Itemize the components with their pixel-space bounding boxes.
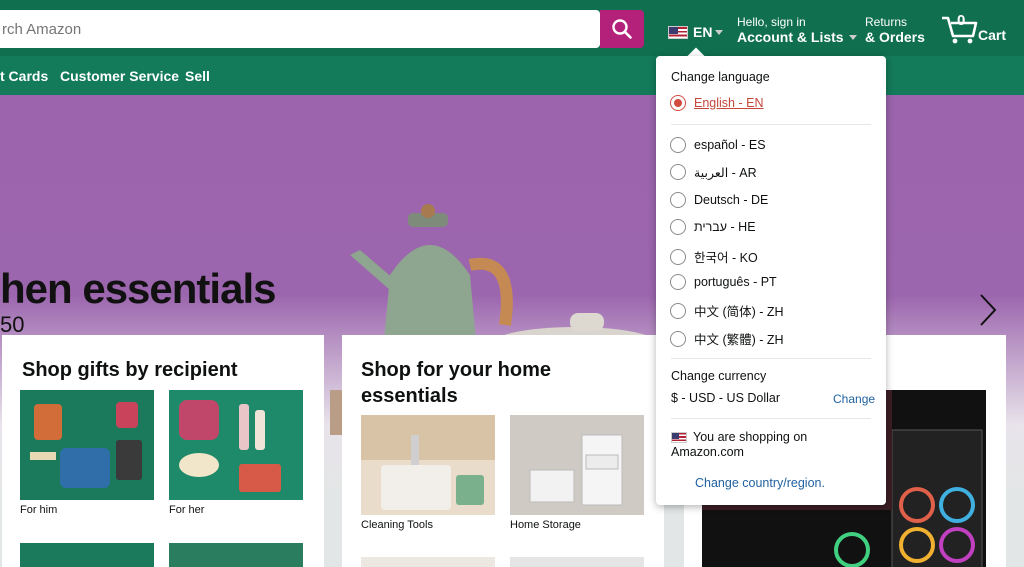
radio-icon[interactable] <box>670 302 686 319</box>
search-button[interactable] <box>600 10 644 48</box>
radio-icon[interactable] <box>670 248 686 265</box>
change-country-link[interactable]: Change country/region. <box>695 476 825 490</box>
caret-down-icon <box>715 29 724 35</box>
radio-icon[interactable] <box>670 274 686 290</box>
tile-for-her[interactable]: For her <box>169 390 303 516</box>
carousel-next-icon[interactable] <box>975 293 999 327</box>
tile-label: Home Storage <box>510 519 581 531</box>
hero-title: hen essentials <box>0 265 276 312</box>
language-option-zh-hant[interactable]: 中文 (繁體) - ZH <box>670 329 784 348</box>
language-code: EN <box>693 24 713 40</box>
radio-icon[interactable] <box>670 219 686 235</box>
nav-item-sell[interactable]: Sell <box>185 68 210 84</box>
tile-home-storage[interactable]: Home Storage <box>510 415 644 531</box>
product-tile-image[interactable] <box>510 557 644 567</box>
us-flag-icon <box>671 432 687 444</box>
cart-count: 0 <box>957 12 966 29</box>
language-option-en[interactable]: English - EN <box>670 95 763 111</box>
language-label: 中文 (繁體) - ZH <box>694 333 784 347</box>
tile-cleaning-tools[interactable]: Cleaning Tools <box>361 415 495 531</box>
product-tile-image[interactable] <box>169 543 303 567</box>
language-label: العربية - AR <box>694 165 757 180</box>
divider <box>671 418 871 419</box>
divider <box>671 358 871 359</box>
returns-line1: Returns <box>865 15 908 29</box>
language-option-zh-hans[interactable]: 中文 (简体) - ZH <box>670 301 784 320</box>
account-greeting: Hello, sign in <box>737 15 806 29</box>
cart-label: Cart <box>978 27 1007 43</box>
search-box <box>0 10 600 48</box>
language-flyout: Change language English - EN español - E… <box>656 56 886 505</box>
currency-value: $ - USD - US Dollar <box>671 391 781 405</box>
product-tile-image[interactable] <box>20 543 154 567</box>
shopping-on-text: You are shopping on Amazon.com <box>671 430 808 459</box>
radio-icon[interactable] <box>670 164 686 180</box>
nav-item-customer-service[interactable]: Customer Service <box>60 68 179 84</box>
returns-line2: & Orders <box>865 29 925 45</box>
language-label: español - ES <box>694 138 766 152</box>
language-option-pt[interactable]: português - PT <box>670 274 777 290</box>
tile-label: For him <box>20 504 58 516</box>
language-selector[interactable]: EN <box>668 24 724 40</box>
radio-selected-icon[interactable] <box>670 95 686 111</box>
language-option-es[interactable]: español - ES <box>670 137 766 153</box>
for-her-image <box>169 390 303 500</box>
card-home-essentials: Shop for your home essentials Cleaning T… <box>342 335 664 567</box>
language-option-ko[interactable]: 한국어 - KO <box>670 247 758 266</box>
language-label: Deutsch - DE <box>694 193 769 207</box>
for-him-image <box>20 390 154 500</box>
nav-item-gift-cards[interactable]: t Cards <box>0 68 48 84</box>
divider <box>671 124 871 125</box>
card-gifts-by-recipient: Shop gifts by recipient For him For her <box>2 335 324 567</box>
language-label: עברית - HE <box>694 220 756 234</box>
account-label: Account & Lists <box>737 29 844 45</box>
returns-orders-link[interactable]: Returns & Orders <box>865 15 925 46</box>
language-option-ar[interactable]: العربية - AR <box>670 164 757 180</box>
language-label: 한국어 - KO <box>694 251 758 265</box>
currency-change-link[interactable]: Change <box>833 392 875 406</box>
home-storage-image <box>510 415 644 515</box>
language-option-he[interactable]: עברית - HE <box>670 219 756 235</box>
search-input[interactable] <box>0 10 600 48</box>
tile-label: Cleaning Tools <box>361 519 433 531</box>
tile-for-him[interactable]: For him <box>20 390 154 516</box>
language-label: português - PT <box>694 275 777 289</box>
cleaning-tools-image <box>361 415 495 515</box>
radio-icon[interactable] <box>670 137 686 153</box>
tile-label: For her <box>169 504 205 516</box>
card-title: Shop for your home essentials <box>361 359 551 407</box>
change-language-heading: Change language <box>671 70 770 84</box>
product-tile-image[interactable] <box>361 557 495 567</box>
caret-down-icon <box>848 35 857 40</box>
us-flag-icon <box>668 25 688 39</box>
radio-icon[interactable] <box>670 192 686 208</box>
change-currency-heading: Change currency <box>671 369 767 383</box>
shopping-on-notice: You are shopping on Amazon.com <box>671 430 851 460</box>
language-label: English - EN <box>694 96 764 110</box>
account-lists-menu[interactable]: Hello, sign in Account & Lists <box>737 15 857 46</box>
radio-icon[interactable] <box>670 330 686 347</box>
language-option-de[interactable]: Deutsch - DE <box>670 192 768 208</box>
card-title: Shop gifts by recipient <box>22 359 238 381</box>
language-label: 中文 (简体) - ZH <box>694 305 784 319</box>
search-icon <box>612 19 632 39</box>
